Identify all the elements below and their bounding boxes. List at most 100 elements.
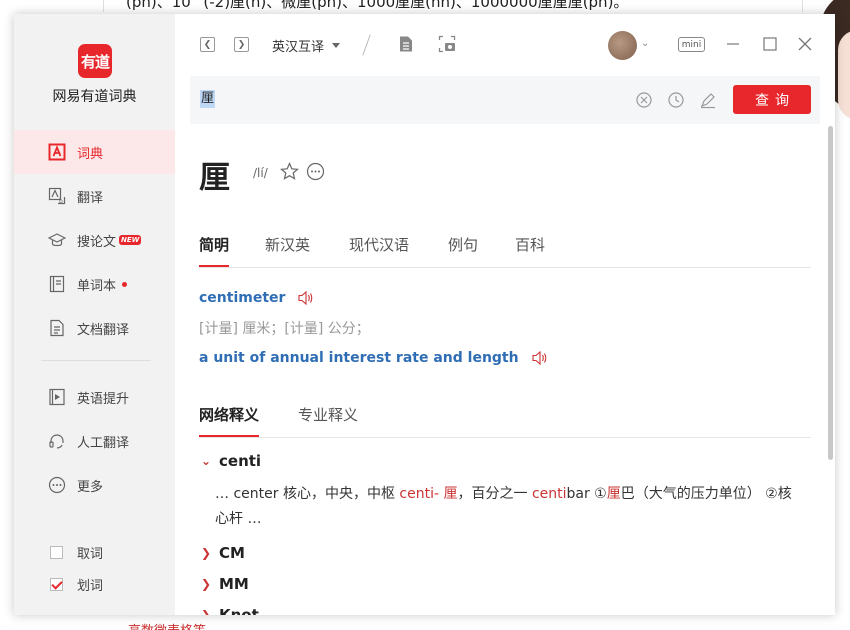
sidebar-item-label: 搜论文 — [77, 234, 117, 250]
sidebar-item-english-boost[interactable]: 英语提升 — [14, 375, 175, 419]
background-document: (pn)、10^(-2)厘(n)、微厘(pn)、1000厘厘(nn)、10000… — [103, 0, 803, 12]
sidebar-item-wordbook[interactable]: 单词本 — [14, 262, 175, 306]
new-badge: NEW — [119, 235, 142, 245]
dictionary-icon — [48, 143, 66, 161]
web-term-label: centi — [219, 452, 262, 470]
chevron-right-icon: ❯ — [201, 546, 212, 560]
mini-mode-button[interactable]: mini — [678, 37, 705, 52]
web-term-label: MM — [219, 575, 249, 593]
select-word-checkbox[interactable] — [50, 578, 63, 591]
speaker-icon[interactable] — [297, 290, 315, 306]
definition-link[interactable]: centimeter — [199, 290, 285, 306]
svg-text:b: b — [59, 198, 63, 205]
web-def-tabs: 网络释义 专业释义 — [199, 404, 811, 438]
video-play-icon — [48, 388, 66, 406]
language-selector[interactable]: 英汉互译 — [272, 36, 341, 55]
sidebar-item-label: 翻译 — [77, 190, 104, 206]
app-logo: 有道 — [78, 44, 112, 78]
background-text-bottom: 高数微表格等 — [128, 620, 206, 630]
sidebar-item-doc-translate[interactable]: 文档翻译 — [14, 306, 175, 350]
tab-modern-chinese[interactable]: 现代汉语 — [349, 234, 409, 267]
sidebar-item-label: 更多 — [77, 479, 104, 495]
background-text-top: (pn)、10^(-2)厘(n)、微厘(pn)、1000厘厘(nn)、10000… — [126, 0, 629, 11]
sidebar-item-label: 人工翻译 — [77, 435, 130, 451]
tab-encyclopedia[interactable]: 百科 — [515, 234, 545, 267]
sidebar-item-label: 文档翻译 — [77, 322, 130, 338]
definition-zh: [计量] 厘米；[计量] 公分； — [199, 321, 370, 337]
capture-word-toggle[interactable]: 取词 — [50, 543, 103, 562]
web-term[interactable]: ⌄ centi — [201, 452, 261, 470]
notebook-icon — [48, 275, 66, 293]
desc-highlight: centi- — [399, 486, 440, 502]
headword: 厘 — [199, 160, 230, 196]
tab-web-definitions[interactable]: 网络释义 — [199, 404, 260, 437]
notification-dot — [122, 281, 128, 287]
sidebar-item-label: 英语提升 — [77, 391, 130, 407]
graduation-cap-icon — [48, 231, 66, 249]
sidebar-item-human-translate[interactable]: 人工翻译 — [14, 419, 175, 463]
document-icon — [48, 319, 66, 337]
chevron-down-icon[interactable]: ⌄ — [641, 38, 649, 49]
web-term[interactable]: ❯ Knot — [201, 606, 259, 615]
maximize-icon[interactable] — [762, 36, 778, 52]
history-icon[interactable] — [667, 91, 685, 109]
desc-text: … center 核心，中央，中枢 — [215, 486, 400, 502]
handwriting-icon[interactable] — [699, 91, 717, 109]
speaker-icon[interactable] — [531, 350, 549, 366]
language-label: 英汉互译 — [272, 40, 325, 55]
select-word-toggle[interactable]: 划词 — [50, 575, 103, 594]
headset-icon — [48, 432, 66, 450]
tab-professional-definitions[interactable]: 专业释义 — [298, 404, 358, 437]
sidebar-item-more[interactable]: 更多 — [14, 463, 175, 507]
clear-icon[interactable] — [635, 91, 653, 109]
sidebar-item-label: 词典 — [77, 146, 104, 162]
sidebar-item-label: 单词本 — [77, 278, 117, 294]
desc-text: ，百分之一 — [457, 486, 532, 502]
chevron-down-icon: ⌄ — [201, 454, 212, 468]
more-icon — [48, 476, 66, 494]
sidebar-item-dictionary[interactable]: 词典 — [14, 130, 175, 174]
desc-highlight: 厘 — [606, 486, 621, 502]
star-icon[interactable] — [280, 162, 299, 181]
chevron-right-icon: ❯ — [237, 39, 246, 50]
entry-tabs: 简明 新汉英 现代汉语 例句 百科 — [199, 234, 811, 268]
forward-button[interactable]: ❯ — [234, 37, 249, 52]
sidebar-item-translate[interactable]: b 翻译 — [14, 174, 175, 218]
desc-highlight: 厘 — [443, 486, 458, 502]
document-icon[interactable] — [397, 35, 415, 53]
phonetic: /lí/ — [253, 166, 268, 180]
chevron-right-icon: ❯ — [201, 608, 212, 615]
caret-down-icon — [332, 43, 341, 48]
dictionary-window: 有道 网易有道词典 词典 b 翻译 搜论文 NEW 单词本 文档翻译 英语提升 … — [14, 14, 835, 615]
web-term[interactable]: ❯ MM — [201, 575, 249, 593]
capture-word-checkbox[interactable] — [50, 546, 63, 559]
web-term-label: Knot — [219, 606, 259, 615]
chevron-right-icon: ❯ — [201, 577, 212, 591]
app-name: 网易有道词典 — [52, 89, 137, 105]
sidebar-divider — [41, 360, 151, 361]
desc-highlight: centi — [531, 486, 567, 502]
definition-en: a unit of annual interest rate and lengt… — [199, 350, 549, 366]
screenshot-translate-icon[interactable] — [438, 35, 456, 53]
user-avatar[interactable] — [608, 31, 637, 60]
capture-word-label: 取词 — [77, 547, 104, 562]
select-word-label: 划词 — [77, 579, 104, 594]
more-icon[interactable] — [306, 162, 325, 181]
search-button[interactable]: 查询 — [733, 85, 811, 114]
close-icon[interactable] — [797, 36, 813, 52]
tab-examples[interactable]: 例句 — [448, 234, 478, 267]
search-bar: 厘 查询 — [190, 76, 820, 124]
web-term-description: … center 核心，中央，中枢 centi- 厘，百分之一 centibar… — [215, 482, 805, 532]
sidebar-item-papers[interactable]: 搜论文 NEW — [14, 218, 175, 262]
search-input[interactable]: 厘 — [200, 90, 216, 108]
back-button[interactable]: ❮ — [200, 37, 215, 52]
tab-new-chinese-english[interactable]: 新汉英 — [265, 234, 310, 267]
tab-concise[interactable]: 简明 — [199, 234, 230, 267]
definition-link[interactable]: a unit of annual interest rate and lengt… — [199, 350, 519, 366]
translate-icon: b — [48, 187, 66, 205]
toolbar-separator — [362, 34, 371, 56]
web-term[interactable]: ❯ CM — [201, 544, 245, 562]
entry-content: 厘 /lí/ 简明 新汉英 现代汉语 例句 百科 centimeter [计量]… — [175, 124, 835, 615]
minimize-icon[interactable] — [725, 36, 741, 52]
web-term-label: CM — [219, 544, 245, 562]
